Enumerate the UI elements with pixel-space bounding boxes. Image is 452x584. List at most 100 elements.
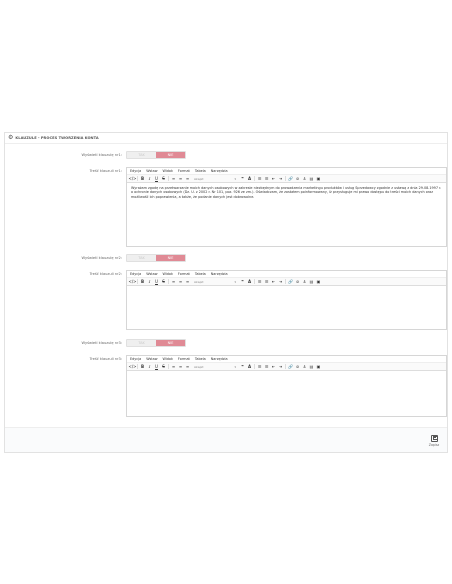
menu-insert[interactable]: Wstaw [146,357,157,361]
switch-option-yes[interactable]: TAK [127,340,156,346]
clause-3-editor[interactable]: Edycja Wstaw Widok Format Tabela Narzędz… [126,355,447,417]
menu-tools[interactable]: Narzędzia [211,272,228,276]
bold-icon[interactable]: B [139,364,146,370]
italic-icon[interactable]: I [146,176,153,182]
editor-menubar: Edycja Wstaw Widok Format Tabela Narzędz… [127,356,446,363]
strikethrough-icon[interactable]: S [160,364,167,370]
clause-1-content[interactable]: Wyrażam zgodę na przetwarzanie moich dan… [127,183,446,202]
paragraph-select[interactable]: Akapit ▾ [193,279,237,284]
code-icon[interactable]: </> [128,176,136,182]
text-color-icon[interactable]: A [246,364,253,370]
code-icon[interactable]: </> [128,364,136,370]
outdent-icon[interactable]: ⇤ [270,176,277,182]
underline-icon[interactable]: U [153,364,160,370]
unlink-icon[interactable]: ⊘ [294,176,301,182]
blockquote-icon[interactable]: ❞ [239,176,246,182]
align-center-icon[interactable]: ≡ [177,279,184,285]
align-left-icon[interactable]: ≡ [170,279,177,285]
bullet-list-icon[interactable]: ☰ [256,364,263,370]
menu-table[interactable]: Tabela [195,357,206,361]
menu-view[interactable]: Widok [163,272,173,276]
editor-toolbar: </> B I U S ≡ ≡ ≡ Akapit ▾ ❞ A ☰ ☰ ⇤ ⇥ 🔗 … [127,175,446,183]
unlink-icon[interactable]: ⊘ [294,364,301,370]
text-color-icon[interactable]: A [246,176,253,182]
paragraph-select[interactable]: Akapit ▾ [193,364,237,369]
align-right-icon[interactable]: ≡ [184,279,191,285]
image-icon[interactable]: ▣ [315,364,322,370]
menu-view[interactable]: Widok [163,357,173,361]
menu-edit[interactable]: Edycja [130,169,141,173]
indent-icon[interactable]: ⇥ [277,279,284,285]
save-button-label: Zapisz [428,442,440,447]
menu-format[interactable]: Format [178,169,190,173]
blockquote-icon[interactable]: ❞ [239,279,246,285]
save-button[interactable]: Zapisz [426,432,442,449]
switch-option-yes[interactable]: TAK [127,152,156,158]
unlink-icon[interactable]: ⊘ [294,279,301,285]
media-icon[interactable]: ▤ [308,364,315,370]
menu-format[interactable]: Format [178,357,190,361]
clause-2-show-label: Wyświetl klauzulę nr2: [81,256,122,260]
code-icon[interactable]: </> [128,279,136,285]
media-icon[interactable]: ▤ [308,279,315,285]
align-center-icon[interactable]: ≡ [177,176,184,182]
menu-format[interactable]: Format [178,272,190,276]
image-icon[interactable]: ▣ [315,176,322,182]
image-icon[interactable]: ▣ [315,279,322,285]
clause-3-content[interactable] [127,371,446,377]
switch-option-yes[interactable]: TAK [127,255,156,261]
italic-icon[interactable]: I [146,279,153,285]
link-icon[interactable]: 🔗 [287,176,294,182]
anchor-icon[interactable]: ⚓ [301,176,308,182]
media-icon[interactable]: ▤ [308,176,315,182]
indent-icon[interactable]: ⇥ [277,364,284,370]
menu-view[interactable]: Widok [163,169,173,173]
underline-icon[interactable]: U [153,279,160,285]
bullet-list-icon[interactable]: ☰ [256,279,263,285]
outdent-icon[interactable]: ⇤ [270,364,277,370]
clause-2-content[interactable] [127,286,446,292]
clause-2-content-label: Treść klauzuli nr2: [89,272,122,276]
switch-option-no[interactable]: NIE [156,152,185,158]
clause-3-show-switch[interactable]: TAK NIE [126,339,186,347]
strikethrough-icon[interactable]: S [160,176,167,182]
menu-insert[interactable]: Wstaw [146,169,157,173]
anchor-icon[interactable]: ⚓ [301,364,308,370]
text-color-icon[interactable]: A [246,279,253,285]
clause-1-show-switch[interactable]: TAK NIE [126,151,186,159]
align-right-icon[interactable]: ≡ [184,176,191,182]
menu-tools[interactable]: Narzędzia [211,357,228,361]
numbered-list-icon[interactable]: ☰ [263,364,270,370]
panel-title: KLAUZULE - PROCES TWORZENIA KONTA [15,136,99,140]
switch-option-no[interactable]: NIE [156,340,185,346]
bold-icon[interactable]: B [139,279,146,285]
clause-2-show-switch[interactable]: TAK NIE [126,254,186,262]
align-left-icon[interactable]: ≡ [170,364,177,370]
menu-edit[interactable]: Edycja [130,357,141,361]
blockquote-icon[interactable]: ❞ [239,364,246,370]
menu-edit[interactable]: Edycja [130,272,141,276]
italic-icon[interactable]: I [146,364,153,370]
strikethrough-icon[interactable]: S [160,279,167,285]
align-right-icon[interactable]: ≡ [184,364,191,370]
bold-icon[interactable]: B [139,176,146,182]
bullet-list-icon[interactable]: ☰ [256,176,263,182]
switch-option-no[interactable]: NIE [156,255,185,261]
numbered-list-icon[interactable]: ☰ [263,279,270,285]
clause-1-editor[interactable]: Edycja Wstaw Widok Format Tabela Narzędz… [126,167,447,247]
menu-insert[interactable]: Wstaw [146,272,157,276]
outdent-icon[interactable]: ⇤ [270,279,277,285]
clause-2-editor[interactable]: Edycja Wstaw Widok Format Tabela Narzędz… [126,270,447,330]
menu-tools[interactable]: Narzędzia [211,169,228,173]
indent-icon[interactable]: ⇥ [277,176,284,182]
underline-icon[interactable]: U [153,176,160,182]
link-icon[interactable]: 🔗 [287,364,294,370]
link-icon[interactable]: 🔗 [287,279,294,285]
menu-table[interactable]: Tabela [195,272,206,276]
menu-table[interactable]: Tabela [195,169,206,173]
anchor-icon[interactable]: ⚓ [301,279,308,285]
align-left-icon[interactable]: ≡ [170,176,177,182]
numbered-list-icon[interactable]: ☰ [263,176,270,182]
align-center-icon[interactable]: ≡ [177,364,184,370]
paragraph-select[interactable]: Akapit ▾ [193,176,237,181]
